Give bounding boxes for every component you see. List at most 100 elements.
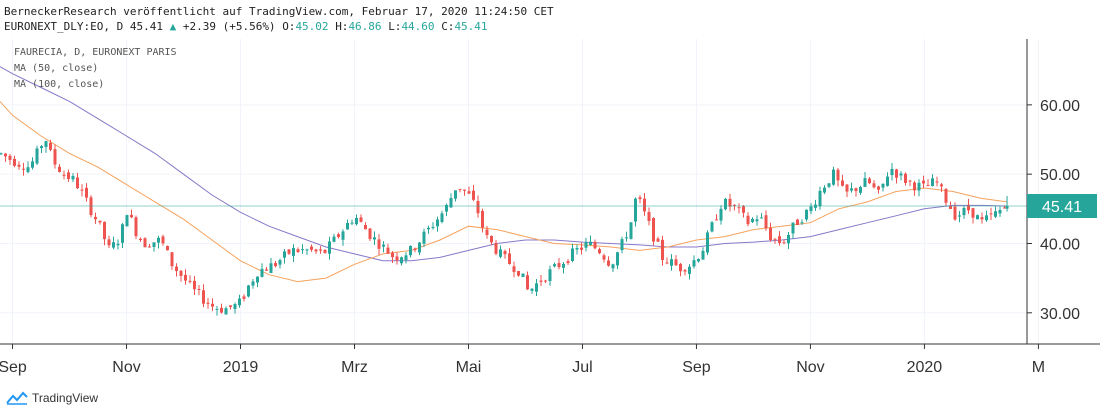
- candle-body: [742, 206, 745, 213]
- candle-body: [818, 190, 822, 207]
- x-axis[interactable]: Sep Nov 2019 Mrz Mai Jul Sep Nov 2020 M: [0, 344, 1045, 376]
- candle-body: [458, 188, 462, 190]
- candle-body: [769, 227, 772, 241]
- candle-body: [706, 232, 709, 253]
- candle-body: [148, 246, 151, 248]
- candle-body: [859, 186, 862, 193]
- candle-body: [607, 260, 610, 266]
- candle-body: [454, 190, 457, 199]
- candle-body: [485, 229, 489, 236]
- candle-body: [386, 247, 390, 254]
- candle-body: [166, 245, 169, 251]
- candle-body: [746, 215, 750, 225]
- candle-body: [863, 178, 867, 187]
- plot-area[interactable]: [0, 39, 1027, 344]
- candle-body: [67, 172, 70, 179]
- candle-body: [760, 217, 763, 219]
- candle-body: [305, 249, 309, 251]
- candle-body: [121, 224, 124, 243]
- candle-body: [103, 221, 106, 240]
- candle-body: [76, 177, 79, 189]
- candle-body: [418, 242, 421, 253]
- candle-body: [224, 308, 228, 315]
- candle-body: [656, 238, 660, 242]
- candle-body: [688, 266, 691, 274]
- y-tick-label: 40.00: [1040, 236, 1080, 253]
- candle-body: [337, 234, 340, 237]
- candle-body: [134, 217, 138, 237]
- candle-body: [116, 243, 120, 246]
- candle-body: [143, 238, 147, 248]
- candle-body: [26, 167, 30, 173]
- candle-body: [845, 184, 849, 192]
- candle-body: [292, 247, 295, 256]
- tradingview-logo-icon: [6, 391, 28, 405]
- candle-body: [634, 198, 637, 222]
- candle-body: [841, 180, 844, 186]
- candle-body: [265, 269, 268, 271]
- candle-body: [512, 266, 516, 272]
- candle-body: [98, 220, 102, 223]
- candle-body: [980, 217, 984, 220]
- candle-body: [643, 198, 646, 212]
- candle-body: [301, 249, 304, 251]
- price-tag-label: 45.41: [1042, 199, 1082, 216]
- candle-body: [850, 188, 853, 191]
- candle-body: [4, 153, 7, 157]
- candle-body: [269, 263, 273, 274]
- candle-body: [881, 183, 885, 188]
- candle-body: [998, 209, 1002, 214]
- candle-body: [377, 239, 381, 249]
- x-tick-label: Sep: [682, 359, 711, 376]
- candle-body: [962, 207, 966, 216]
- candle-body: [22, 168, 25, 170]
- candle-body: [481, 210, 484, 228]
- candle-body: [679, 263, 682, 272]
- candle-body: [976, 215, 979, 220]
- candle-body: [467, 191, 471, 194]
- candle-body: [193, 280, 196, 290]
- candle-body: [796, 219, 799, 225]
- candle-body: [895, 169, 898, 178]
- candle-body: [49, 142, 52, 150]
- candle-body: [836, 169, 840, 181]
- x-tick-label: Sep: [0, 359, 27, 376]
- candle-body: [373, 237, 376, 240]
- footer[interactable]: TradingView: [6, 391, 98, 405]
- candle-body: [323, 249, 327, 253]
- candle-body: [692, 260, 696, 267]
- candle-body: [989, 213, 993, 215]
- candle-body: [710, 222, 714, 232]
- x-tick-label: Jul: [572, 359, 592, 376]
- candle-body: [233, 304, 237, 309]
- candle-body: [791, 222, 795, 234]
- candle-body: [490, 235, 493, 243]
- candle-body: [161, 236, 165, 244]
- candle-body: [112, 242, 115, 248]
- price-chart[interactable]: 30.00 40.00 50.00 60.00 Sep Nov 2019 Mrz Mai Jul…: [0, 0, 1100, 415]
- candle-body: [670, 259, 673, 266]
- candle-body: [364, 225, 367, 230]
- candle-body: [310, 246, 313, 250]
- candle-body: [535, 283, 538, 292]
- candle-body: [139, 238, 142, 241]
- candle-body: [611, 264, 615, 269]
- x-tick-label: 2020: [907, 359, 943, 376]
- footer-brand: TradingView: [32, 391, 99, 405]
- candle-body: [1003, 207, 1006, 209]
- candle-body: [517, 270, 520, 276]
- candle-body: [553, 264, 556, 267]
- candle-body: [890, 168, 894, 176]
- candle-body: [625, 237, 628, 239]
- x-tick-label: Nov: [112, 359, 140, 376]
- candle-body: [755, 219, 759, 222]
- candle-body: [971, 208, 975, 218]
- candle-body: [805, 209, 808, 220]
- candle-body: [926, 185, 930, 187]
- candle-body: [53, 149, 57, 165]
- candle-body: [823, 187, 826, 193]
- x-tick-label: Mai: [456, 359, 482, 376]
- candle-body: [593, 241, 597, 249]
- candle-body: [274, 263, 277, 267]
- candle-body: [508, 253, 511, 265]
